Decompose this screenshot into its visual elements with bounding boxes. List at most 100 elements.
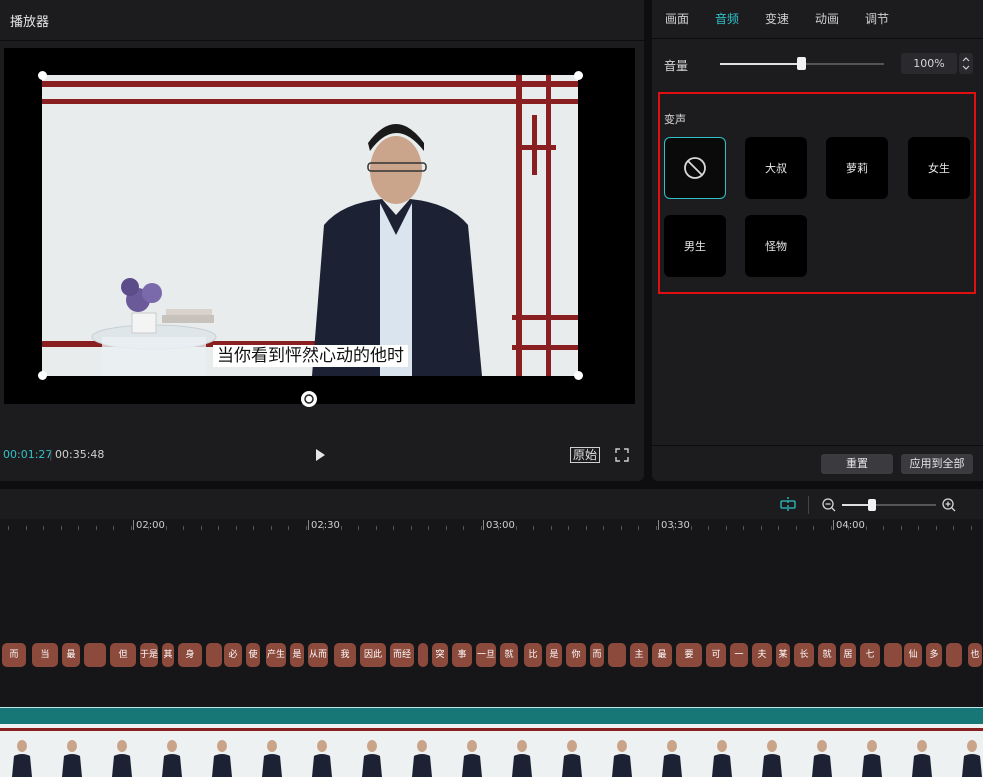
video-thumbnail <box>600 724 650 777</box>
caption-clip[interactable]: 事 <box>452 643 472 667</box>
video-frame[interactable] <box>42 75 578 376</box>
caption-clip[interactable]: 夫 <box>752 643 772 667</box>
subtitle-text[interactable]: 当你看到怦然心动的他时 <box>213 345 408 367</box>
caption-clip[interactable]: 长 <box>794 643 814 667</box>
ruler-tick <box>761 526 762 530</box>
voice-option-none[interactable] <box>664 137 726 199</box>
caption-clip[interactable]: 最 <box>62 643 80 667</box>
video-thumbnail <box>650 724 700 777</box>
tab-adjust[interactable]: 调节 <box>865 10 889 27</box>
caption-clip[interactable]: 比 <box>524 643 542 667</box>
play-button[interactable] <box>312 447 328 463</box>
caption-clip[interactable] <box>946 643 962 667</box>
caption-clip[interactable]: 是 <box>290 643 304 667</box>
ruler-label: 02:30 <box>311 520 340 531</box>
caption-clip[interactable]: 必 <box>224 643 242 667</box>
ruler-tick <box>166 526 167 530</box>
caption-clip[interactable]: 其 <box>162 643 174 667</box>
voice-option-female[interactable]: 女生 <box>908 137 970 199</box>
volume-input[interactable]: 100% <box>901 53 957 74</box>
caption-clip[interactable]: 一旦 <box>476 643 496 667</box>
caption-clip[interactable]: 而经 <box>390 643 414 667</box>
voice-option-uncle[interactable]: 大叔 <box>745 137 807 199</box>
caption-clip[interactable]: 而 <box>2 643 26 667</box>
caption-clip[interactable]: 于是 <box>140 643 158 667</box>
resize-handle-bottom-left[interactable] <box>38 371 47 380</box>
voice-option-loli[interactable]: 萝莉 <box>826 137 888 199</box>
caption-clip[interactable]: 因此 <box>360 643 386 667</box>
caption-clip[interactable]: 仙 <box>904 643 922 667</box>
volume-stepper[interactable] <box>959 53 973 74</box>
caption-clip[interactable]: 也 <box>968 643 982 667</box>
zoom-in-icon[interactable] <box>942 498 956 512</box>
caption-clip[interactable]: 产生 <box>266 643 286 667</box>
video-thumbnail <box>0 724 50 777</box>
ruler-tick <box>306 526 307 530</box>
reset-button[interactable]: 重置 <box>821 454 893 474</box>
ruler-tick <box>586 526 587 530</box>
caption-clip[interactable]: 就 <box>818 643 836 667</box>
caption-clip[interactable]: 主 <box>630 643 648 667</box>
ruler-tick <box>446 526 447 530</box>
video-thumbnail <box>200 724 250 777</box>
current-time: 00:01:27 <box>3 448 53 461</box>
ruler-major-tick <box>483 520 484 530</box>
toolbar-divider <box>808 496 809 514</box>
caption-clip[interactable]: 居 <box>840 643 856 667</box>
caption-clip[interactable]: 而 <box>590 643 604 667</box>
ruler-tick <box>393 526 394 530</box>
tab-animation[interactable]: 动画 <box>815 10 839 27</box>
caption-clip[interactable]: 要 <box>676 643 702 667</box>
caption-clip[interactable]: 是 <box>546 643 562 667</box>
caption-clip[interactable] <box>608 643 626 667</box>
ruler-tick <box>463 526 464 530</box>
caption-clip[interactable]: 你 <box>566 643 586 667</box>
caption-clip[interactable]: 当 <box>32 643 58 667</box>
video-track-header[interactable] <box>0 708 983 724</box>
caption-clip[interactable] <box>206 643 222 667</box>
caption-clip[interactable]: 从而 <box>308 643 328 667</box>
caption-clip[interactable] <box>84 643 106 667</box>
ruler-tick <box>551 526 552 530</box>
fullscreen-icon[interactable] <box>615 448 629 462</box>
aspect-ratio-button[interactable]: 原始 <box>570 447 601 463</box>
caption-clip[interactable]: 但 <box>110 643 136 667</box>
caption-clip[interactable]: 使 <box>246 643 260 667</box>
video-thumbnail <box>350 724 400 777</box>
caption-clip[interactable]: 就 <box>500 643 518 667</box>
caption-clip[interactable]: 我 <box>334 643 356 667</box>
ruler-major-tick <box>308 520 309 530</box>
video-thumbnail <box>750 724 800 777</box>
caption-clip[interactable]: 七 <box>860 643 880 667</box>
caption-clip[interactable]: 突 <box>432 643 448 667</box>
caption-clip[interactable]: 多 <box>926 643 942 667</box>
rotate-icon[interactable] <box>301 391 317 407</box>
volume-slider-fill <box>720 63 802 65</box>
caption-clip[interactable]: 某 <box>776 643 790 667</box>
voice-option-monster[interactable]: 怪物 <box>745 215 807 277</box>
caption-clip[interactable]: 最 <box>652 643 672 667</box>
video-thumbnail <box>400 724 450 777</box>
ruler-tick <box>113 526 114 530</box>
caption-clip[interactable]: 可 <box>706 643 726 667</box>
volume-slider-thumb[interactable] <box>797 57 806 70</box>
resize-handle-bottom-right[interactable] <box>574 371 583 380</box>
ruler-tick <box>428 526 429 530</box>
tab-audio[interactable]: 音频 <box>715 10 739 27</box>
caption-clip[interactable]: 身 <box>178 643 202 667</box>
apply-to-all-button[interactable]: 应用到全部 <box>901 454 973 474</box>
caption-clip[interactable] <box>884 643 902 667</box>
ruler-tick <box>96 526 97 530</box>
zoom-out-icon[interactable] <box>822 498 836 512</box>
caption-clip[interactable]: 一 <box>730 643 748 667</box>
zoom-slider-thumb[interactable] <box>868 499 876 511</box>
ruler-tick <box>568 526 569 530</box>
resize-handle-top-left[interactable] <box>38 71 47 80</box>
total-time: 00:35:48 <box>55 448 105 461</box>
caption-clip[interactable] <box>418 643 428 667</box>
snap-icon[interactable] <box>779 497 797 513</box>
voice-option-male[interactable]: 男生 <box>664 215 726 277</box>
tab-speed[interactable]: 变速 <box>765 10 789 27</box>
tab-picture[interactable]: 画面 <box>665 10 689 27</box>
resize-handle-top-right[interactable] <box>574 71 583 80</box>
